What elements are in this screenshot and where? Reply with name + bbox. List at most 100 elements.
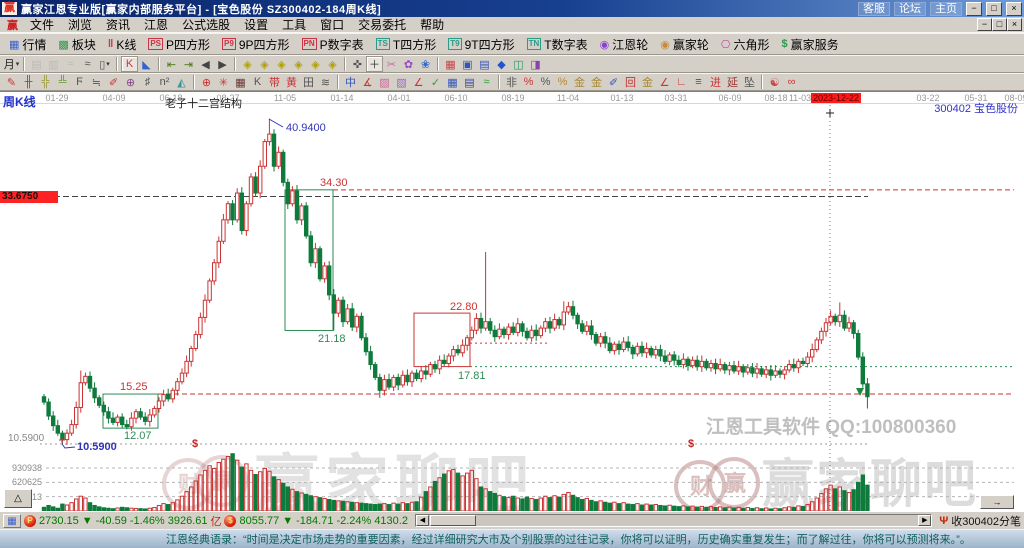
draw-band-red-icon[interactable]: 带 (266, 74, 283, 90)
nav-zigzag-b-icon[interactable]: ≈ (79, 56, 96, 72)
nav-first-page-icon[interactable]: ⇤ (163, 56, 180, 72)
menu-item-9[interactable]: 帮助 (413, 16, 451, 33)
expand-pane-button[interactable]: △ (4, 489, 32, 508)
draw-bars-icon[interactable]: 非 (503, 74, 520, 90)
menu-item-5[interactable]: 设置 (237, 16, 275, 33)
draw-grid-blue-icon[interactable]: ▦ (444, 74, 461, 90)
support-link[interactable]: 客服 (858, 1, 890, 16)
draw-fan-lines-icon[interactable]: ∡ (359, 74, 376, 90)
scrollbar-right-arrow-icon[interactable]: ▶ (918, 515, 932, 526)
draw-golden-2-icon[interactable]: 金 (588, 74, 605, 90)
nav-cut-tool-icon[interactable]: ✂ (383, 56, 400, 72)
draw-circle-cross-icon[interactable]: ⊕ (122, 74, 139, 90)
draw-infinity-icon[interactable]: ∞ (783, 74, 800, 90)
draw-angle-2-icon[interactable]: ∠ (656, 74, 673, 90)
toolbar-p-square-button[interactable]: PS P四方形 (142, 35, 216, 54)
draw-flag-f-icon[interactable]: Ϝ (71, 74, 88, 90)
draw-band-gold-icon[interactable]: 黄 (283, 74, 300, 90)
draw-center-line-icon[interactable]: 中 (342, 74, 359, 90)
nav-kchart-toggle-icon[interactable]: K (121, 56, 138, 72)
draw-steps-icon[interactable]: ≡ (690, 74, 707, 90)
chart-scrollbar[interactable]: ◀ ▶ (414, 514, 933, 527)
toolbar-market-button[interactable]: ▦ 行情 (3, 35, 52, 54)
menu-item-3[interactable]: 江恩 (137, 16, 175, 33)
nav-save-icon[interactable]: ◆ (493, 56, 510, 72)
draw-gann-grid-2-icon[interactable]: ╩ (54, 74, 71, 90)
draw-n-square-icon[interactable]: n² (156, 74, 173, 90)
draw-k-mark-icon[interactable]: Κ (249, 74, 266, 90)
doc-restore-button[interactable]: □ (992, 18, 1007, 31)
scrollbar-thumb[interactable] (429, 515, 476, 526)
nav-next-bar-icon[interactable]: ▶ (214, 56, 231, 72)
nav-gann-diamond-5-icon[interactable]: ◈ (307, 56, 324, 72)
nav-gann-diamond-4-icon[interactable]: ◈ (290, 56, 307, 72)
draw-gann-grid-icon[interactable]: ╬ (37, 74, 54, 90)
draw-percent-red-icon[interactable]: % (520, 74, 537, 90)
menu-item-0[interactable]: 文件 (23, 16, 61, 33)
draw-pen-2-icon[interactable]: ✐ (105, 74, 122, 90)
draw-golden-3-icon[interactable]: 金 (639, 74, 656, 90)
doc-close-button[interactable]: × (1007, 18, 1022, 31)
toolbar-winner-service-button[interactable]: $ 赢家服务 (775, 35, 844, 54)
draw-field-grid-icon[interactable]: 田 (300, 74, 317, 90)
restore-button[interactable]: □ (986, 1, 1002, 16)
nav-web-tool-icon[interactable]: ❀ (417, 56, 434, 72)
draw-extend-icon[interactable]: 延 (724, 74, 741, 90)
draw-advance-icon[interactable]: 进 (707, 74, 724, 90)
toolbar-winner-wheel-button[interactable]: ◉ 赢家轮 (654, 35, 715, 54)
nav-prev-bar-icon[interactable]: ◀ (197, 56, 214, 72)
nav-last-page-icon[interactable]: ⇥ (180, 56, 197, 72)
nav-flower-tool-icon[interactable]: ✿ (400, 56, 417, 72)
draw-shade-2-icon[interactable]: ▧ (393, 74, 410, 90)
draw-grid-lines-icon[interactable]: ╫ (20, 74, 37, 90)
menu-item-7[interactable]: 窗口 (313, 16, 351, 33)
market-grid-icon[interactable]: ▦ (3, 513, 21, 528)
close-button[interactable]: × (1006, 1, 1022, 16)
draw-shade-1-icon[interactable]: ▨ (376, 74, 393, 90)
nav-period-month-icon[interactable]: 月 ▾ (3, 56, 20, 72)
nav-trend-flag-icon[interactable]: ◣ (138, 56, 155, 72)
toolbar-kline-button[interactable]: ‖ K线 (102, 35, 143, 54)
doc-minimize-button[interactable]: − (977, 18, 992, 31)
nav-gann-diamond-2-icon[interactable]: ◈ (256, 56, 273, 72)
draw-drop-tool-icon[interactable]: 坠 (741, 74, 758, 90)
draw-angle-3-icon[interactable]: ∟ (673, 74, 690, 90)
draw-percent-icon[interactable]: % (537, 74, 554, 90)
draw-target-icon[interactable]: ⊕ (198, 74, 215, 90)
menu-item-2[interactable]: 资讯 (99, 16, 137, 33)
toolbar-t-square-button[interactable]: TS T四方形 (370, 35, 443, 54)
draw-gann-box-icon[interactable]: 回 (622, 74, 639, 90)
draw-h-waves-icon[interactable]: ≋ (317, 74, 334, 90)
draw-square-grid-icon[interactable]: ▦ (232, 74, 249, 90)
nav-calculator-icon[interactable]: ▣ (459, 56, 476, 72)
draw-golden-pen-icon[interactable]: ✐ (605, 74, 622, 90)
draw-angle-line-icon[interactable]: ∠ (410, 74, 427, 90)
toolbar-p-table-button[interactable]: PN P数字表 (296, 35, 370, 54)
draw-percent-gold-icon[interactable]: % (554, 74, 571, 90)
nav-notebook-icon[interactable]: ▤ (476, 56, 493, 72)
draw-compass-icon[interactable]: ◭ (173, 74, 190, 90)
draw-yinyang-icon[interactable]: ☯ (766, 74, 783, 90)
nav-gann-diamond-3-icon[interactable]: ◈ (273, 56, 290, 72)
home-link[interactable]: 主页 (930, 1, 962, 16)
menu-item-8[interactable]: 交易委托 (351, 16, 413, 33)
draw-waves-icon[interactable]: ≈ (478, 74, 495, 90)
toolbar-hexagon-button[interactable]: ⎔ 六角形 (715, 35, 776, 54)
draw-check-line-icon[interactable]: ✓ (427, 74, 444, 90)
draw-golden-1-icon[interactable]: 金 (571, 74, 588, 90)
nav-gann-diamond-6-icon[interactable]: ◈ (324, 56, 341, 72)
nav-hand-tool-icon[interactable]: ✜ (349, 56, 366, 72)
nav-gann-diamond-1-icon[interactable]: ◈ (239, 56, 256, 72)
nav-export-icon[interactable]: ◫ (510, 56, 527, 72)
scrollbar-left-arrow-icon[interactable]: ◀ (415, 515, 429, 526)
nav-crosshair-tool-icon[interactable]: ＋ (366, 56, 383, 72)
nav-calendar-icon[interactable]: ▦ (442, 56, 459, 72)
draw-ruler-icon[interactable]: ≒ (88, 74, 105, 90)
nav-candle-style-icon[interactable]: ▯ ▾ (96, 56, 113, 72)
nav-print-icon[interactable]: ◨ (527, 56, 544, 72)
toolbar-9t-square-button[interactable]: T9 9T四方形 (442, 35, 520, 54)
minimize-button[interactable]: − (966, 1, 982, 16)
draw-hash-icon[interactable]: ♯ (139, 74, 156, 90)
toolbar-t-table-button[interactable]: TN T数字表 (521, 35, 594, 54)
toolbar-sectors-button[interactable]: ▩ 板块 (52, 35, 101, 54)
